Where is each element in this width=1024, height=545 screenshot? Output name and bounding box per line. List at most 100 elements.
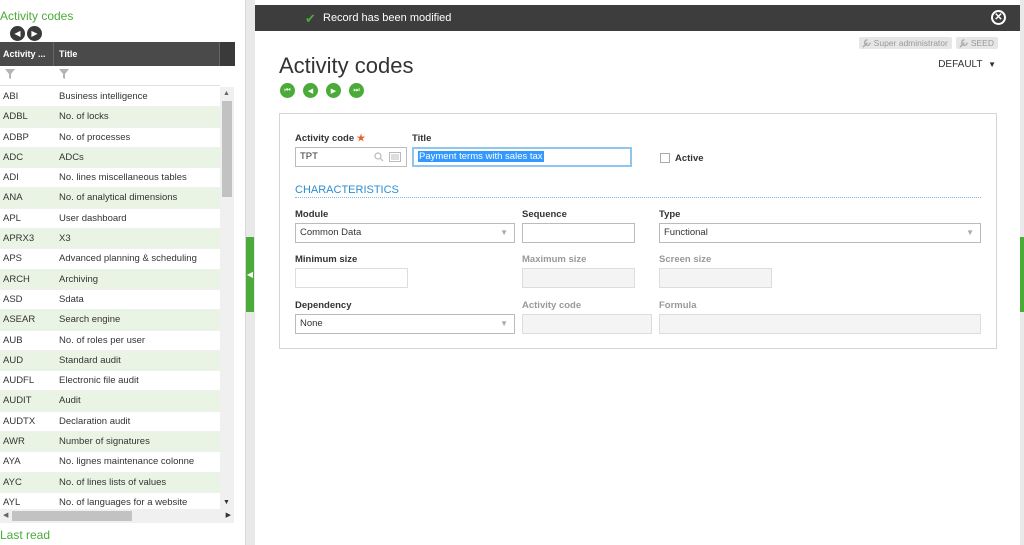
search-icon[interactable] xyxy=(374,152,384,162)
list-item[interactable]: APL User dashboard xyxy=(0,209,220,230)
scroll-down-icon[interactable]: ▼ xyxy=(223,499,230,506)
list-item[interactable]: AUDFL Electronic file audit xyxy=(0,371,220,392)
maximum-size-field xyxy=(522,268,635,288)
module-value: Common Data xyxy=(300,227,362,238)
filter-icon[interactable] xyxy=(5,69,15,79)
list-item[interactable]: ABI Business intelligence xyxy=(0,87,220,108)
horizontal-scrollbar[interactable]: ◀ ▶ xyxy=(0,509,234,523)
title-cell: X3 xyxy=(59,233,71,245)
wrench-icon xyxy=(862,38,871,48)
list-item[interactable]: AYC No. of lines lists of values xyxy=(0,472,220,493)
sequence-field[interactable] xyxy=(522,223,635,243)
list-item[interactable]: ADBL No. of locks xyxy=(0,107,220,128)
type-select[interactable]: Functional ▼ xyxy=(659,223,981,243)
scroll-left-icon[interactable]: ◀ xyxy=(3,511,8,519)
dependency-select[interactable]: None ▼ xyxy=(295,314,515,334)
activity-code-cell: ADI xyxy=(3,172,19,184)
activity-code-cell: ANA xyxy=(3,192,23,204)
title-cell: No. lignes maintenance colonne xyxy=(59,456,195,468)
collapse-panel-handle[interactable]: ◀ xyxy=(246,237,254,312)
activity-code-label: Activity code ★ xyxy=(295,133,365,144)
title-cell: No. of roles per user xyxy=(59,334,146,346)
list-item[interactable]: ADC ADCs xyxy=(0,147,220,169)
checkmark-icon: ✔ xyxy=(305,11,316,26)
list-item[interactable]: AWR Number of signatures xyxy=(0,432,220,453)
title-label: Title xyxy=(412,133,432,144)
view-selector[interactable]: DEFAULT ▼ xyxy=(938,59,996,70)
list-item[interactable]: ASD Sdata xyxy=(0,290,220,311)
title-cell: Business intelligence xyxy=(59,91,148,102)
scroll-right-icon[interactable]: ▶ xyxy=(226,511,231,519)
list-item[interactable]: ARCH Archiving xyxy=(0,269,220,290)
list-item[interactable]: ADI No. lines miscellaneous tables xyxy=(0,168,220,189)
list-icon[interactable] xyxy=(389,152,401,162)
activity-code-cell: AUD xyxy=(3,354,24,366)
activity-code-cell: ARCH xyxy=(3,273,30,285)
role-badge[interactable]: Super administrator xyxy=(858,37,952,49)
chevron-down-icon: ▼ xyxy=(966,228,974,237)
title-cell: No. of locks xyxy=(59,111,109,123)
last-record-icon[interactable]: ⏭ xyxy=(349,83,364,98)
required-star-icon: ★ xyxy=(356,133,366,144)
list-item[interactable]: APRX3 X3 xyxy=(0,229,220,250)
wrench-icon xyxy=(959,38,968,48)
type-value: Functional xyxy=(664,227,708,238)
list-item[interactable]: AUB No. of roles per user xyxy=(0,331,220,351)
filter-title[interactable] xyxy=(54,66,220,85)
list-item[interactable]: AUDIT Audit xyxy=(0,391,220,412)
formula-field xyxy=(659,314,981,334)
activity-code-cell: APL xyxy=(3,212,21,224)
previous-record-icon[interactable]: ◀ xyxy=(303,83,318,98)
next-icon[interactable]: ▶ xyxy=(27,26,42,41)
active-label: Active xyxy=(675,153,704,164)
list-item[interactable]: AUDTX Declaration audit xyxy=(0,412,220,433)
filter-activity[interactable] xyxy=(0,66,54,85)
dependency-value: None xyxy=(300,318,323,329)
list-item[interactable]: AYA No. lignes maintenance colonne xyxy=(0,452,220,473)
scroll-thumb[interactable] xyxy=(12,511,132,521)
list-item[interactable]: AYL No. of languages for a website xyxy=(0,493,220,509)
activity-code-cell: AUB xyxy=(3,334,23,346)
list-item[interactable]: ASEAR Search engine xyxy=(0,310,220,331)
folder-badge[interactable]: SEED xyxy=(955,37,998,49)
title-cell: Number of signatures xyxy=(59,436,150,448)
activity-code-cell: ADBP xyxy=(3,131,29,143)
activity-code-cell: ABI xyxy=(3,91,19,102)
message-text: Record has been modified xyxy=(323,12,452,24)
grid-header-corner xyxy=(220,42,235,66)
list-item[interactable]: ANA No. of analytical dimensions xyxy=(0,188,220,209)
module-select[interactable]: Common Data ▼ xyxy=(295,223,515,243)
left-panel: Activity codes ◀ ▶ Activity ... Title AB… xyxy=(0,0,246,545)
first-record-icon[interactable]: ⏮ xyxy=(280,83,295,98)
active-checkbox[interactable] xyxy=(660,153,670,163)
message-bar: ✔ Record has been modified ✕ xyxy=(255,5,1020,31)
activity-code-cell: AUDTX xyxy=(3,415,36,427)
list-item[interactable]: AUD Standard audit xyxy=(0,350,220,372)
title-field[interactable]: Payment terms with sales tax xyxy=(412,147,632,167)
activity-list: ABI Business intelligence ADBL No. of locks… xyxy=(0,87,220,509)
section-characteristics: CHARACTERISTICS xyxy=(295,184,399,196)
next-record-icon[interactable]: ▶ xyxy=(326,83,341,98)
grid-header: Activity ... Title xyxy=(0,42,235,66)
list-item[interactable]: ADBP No. of processes xyxy=(0,128,220,148)
activity-code-cell: APRX3 xyxy=(3,233,35,245)
title-cell: No. of lines lists of values xyxy=(59,476,167,488)
activity-code-field[interactable]: TPT xyxy=(295,147,407,167)
minimum-size-field[interactable] xyxy=(295,268,408,288)
left-panel-title: Activity codes xyxy=(0,9,74,23)
close-icon[interactable]: ✕ xyxy=(991,10,1006,25)
list-item[interactable]: APS Advanced planning & scheduling xyxy=(0,249,220,270)
vertical-scrollbar[interactable]: ▲ ▼ xyxy=(220,87,234,509)
section-divider xyxy=(295,197,981,198)
scroll-up-icon[interactable]: ▲ xyxy=(223,90,230,97)
previous-icon[interactable]: ◀ xyxy=(10,26,25,41)
filter-icon[interactable] xyxy=(59,69,69,79)
scroll-thumb[interactable] xyxy=(222,101,232,197)
column-header-title[interactable]: Title xyxy=(54,42,220,66)
caret-down-icon: ▼ xyxy=(988,60,996,69)
title-cell: No. of languages for a website xyxy=(59,496,188,508)
right-panel-handle[interactable] xyxy=(1020,237,1024,312)
activity-code-cell: AWR xyxy=(3,436,25,448)
last-read-label[interactable]: Last read xyxy=(0,528,50,542)
column-header-activity[interactable]: Activity ... xyxy=(0,42,54,66)
